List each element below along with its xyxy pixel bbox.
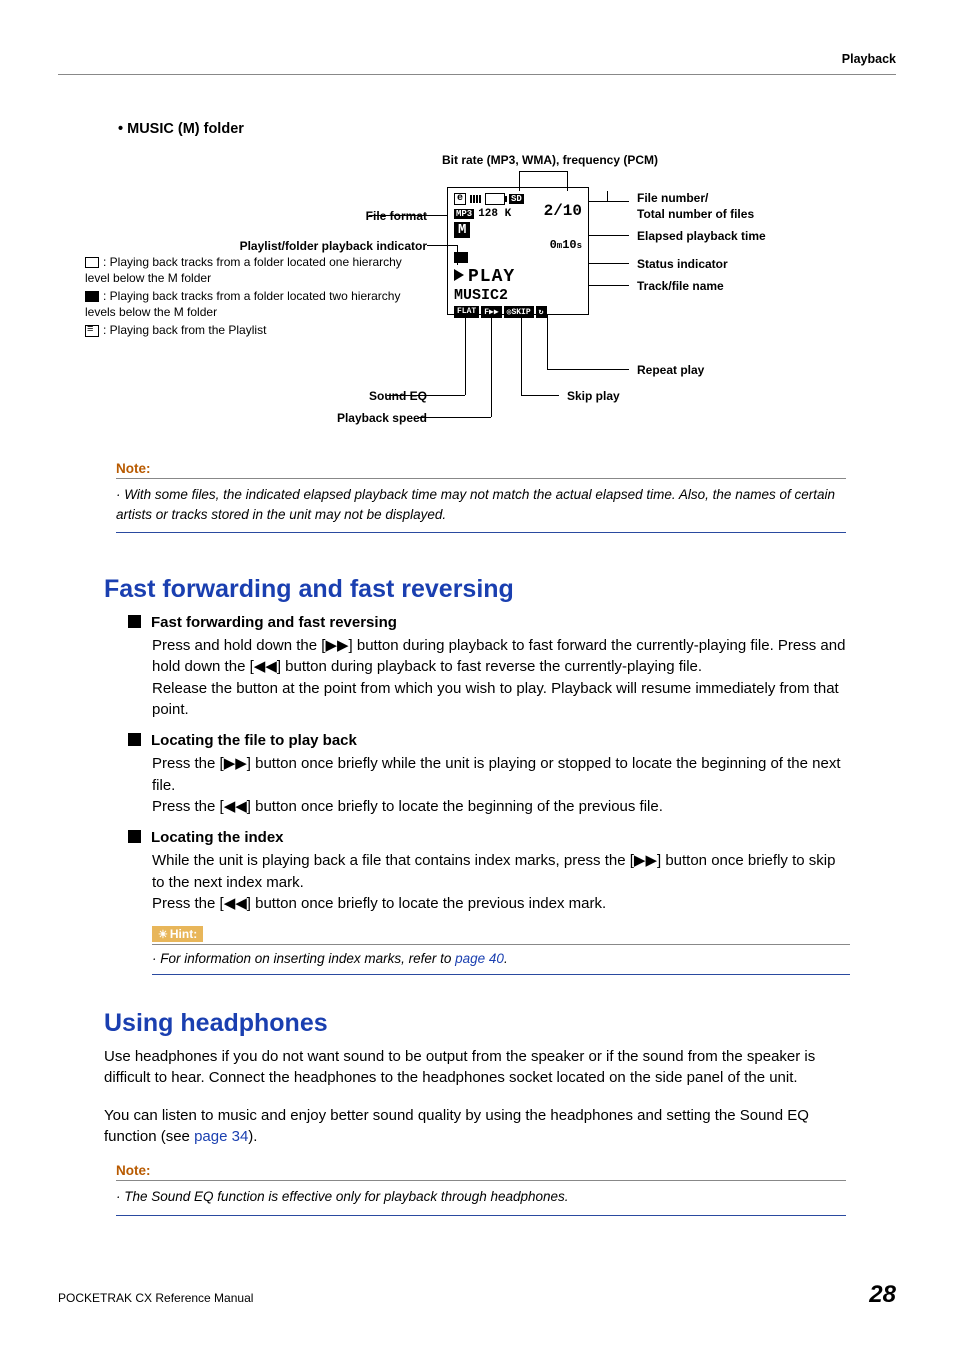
divider [152, 944, 850, 945]
label-file-number: File number/ Total number of files [637, 191, 754, 222]
label-sound-eq: Sound EQ [369, 389, 427, 403]
rw-icon: ◀◀ [224, 798, 247, 815]
lcd-fraction: 2/10 [544, 202, 582, 220]
note-block-2: Note: The Sound EQ function is effective… [116, 1163, 846, 1216]
folder-outline-icon [85, 257, 99, 268]
rw-icon: ◀◀ [254, 658, 277, 675]
label-track-name: Track/file name [637, 279, 724, 293]
note-label: Note: [116, 461, 159, 476]
label-status: Status indicator [637, 257, 728, 271]
divider [116, 478, 846, 479]
page-number: 28 [869, 1281, 896, 1309]
body-locate-file: Press the [▶▶] button once briefly while… [152, 753, 850, 817]
lcd-chips: FLAT F▶▶ ◎SKIP ↻ [454, 306, 582, 318]
body-locate-index: While the unit is playing back a file th… [152, 850, 850, 914]
subhead-locate-file: Locating the file to play back [128, 732, 850, 749]
section-headphones: Using headphones [104, 1009, 896, 1038]
divider [116, 532, 846, 533]
body-ffrev-1: Press and hold down the [▶▶] button duri… [152, 635, 850, 720]
subhead-locate-index: Locating the index [128, 829, 850, 846]
label-elapsed: Elapsed playback time [637, 229, 766, 243]
label-bitrate: Bit rate (MP3, WMA), frequency (PCM) [442, 153, 658, 167]
note-text: With some files, the indicated elapsed p… [116, 485, 846, 524]
footer-left: POCKETRAK CX Reference Manual [58, 1291, 253, 1305]
note-block-1: Note: With some files, the indicated ela… [116, 461, 846, 533]
indicator-3: : Playing back from the Playlist [85, 323, 427, 337]
section-ffrev: Fast forwarding and fast reversing [104, 575, 896, 604]
battery-icon [485, 193, 505, 205]
link-page-40[interactable]: page 40 [455, 951, 504, 966]
hint-text: For information on inserting index marks… [152, 951, 850, 966]
note-label: Note: [116, 1163, 159, 1178]
lcd-bitrate: 128 K [478, 208, 511, 220]
headphones-p2: You can listen to music and enjoy better… [104, 1105, 850, 1148]
m-badge: M [454, 222, 470, 238]
label-skip: Skip play [567, 389, 620, 403]
page-footer: POCKETRAK CX Reference Manual 28 [58, 1281, 896, 1309]
music-folder-heading: MUSIC (M) folder [118, 121, 896, 137]
play-icon [454, 269, 464, 281]
lcd-elapsed: 0m10s [454, 238, 582, 252]
indicator-2: : Playing back tracks from a folder loca… [85, 289, 427, 320]
divider [116, 1180, 846, 1181]
lcd-play: PLAY [468, 267, 515, 287]
lcd-trackname: MUSIC2 [454, 287, 582, 304]
note-text: The Sound EQ function is effective only … [116, 1187, 846, 1207]
label-repeat: Repeat play [637, 363, 704, 377]
link-page-34[interactable]: page 34 [194, 1128, 248, 1145]
indicator-1: : Playing back tracks from a folder loca… [85, 255, 427, 286]
lcd-diagram: Bit rate (MP3, WMA), frequency (PCM) e S… [67, 153, 887, 443]
lcd-rec: e [454, 193, 466, 205]
ff-icon: ▶▶ [325, 637, 348, 654]
hint-block: Hint: For information on inserting index… [152, 926, 850, 975]
ff-icon: ▶▶ [224, 755, 247, 772]
subhead-ffrev: Fast forwarding and fast reversing [128, 614, 850, 631]
divider [116, 1215, 846, 1216]
page-header: Playback [58, 52, 896, 75]
label-playback-speed: Playback speed [337, 411, 427, 425]
hint-label: Hint: [152, 926, 203, 942]
ff-icon: ▶▶ [634, 852, 657, 869]
sd-icon: SD [509, 194, 524, 204]
playlist-icon [85, 325, 99, 337]
headphones-p1: Use headphones if you do not want sound … [104, 1046, 850, 1089]
mp3-badge: MP3 [454, 209, 474, 219]
divider [152, 974, 850, 975]
lcd-screen: e SD MP3128 K M 2/10 0m10s PLAY MUSIC2 F [447, 187, 589, 315]
rw-icon: ◀◀ [224, 895, 247, 912]
label-file-format: File format [366, 209, 427, 223]
label-playlist-indicator: Playlist/folder playback indicator [240, 239, 427, 253]
folder-filled-icon [85, 291, 99, 302]
